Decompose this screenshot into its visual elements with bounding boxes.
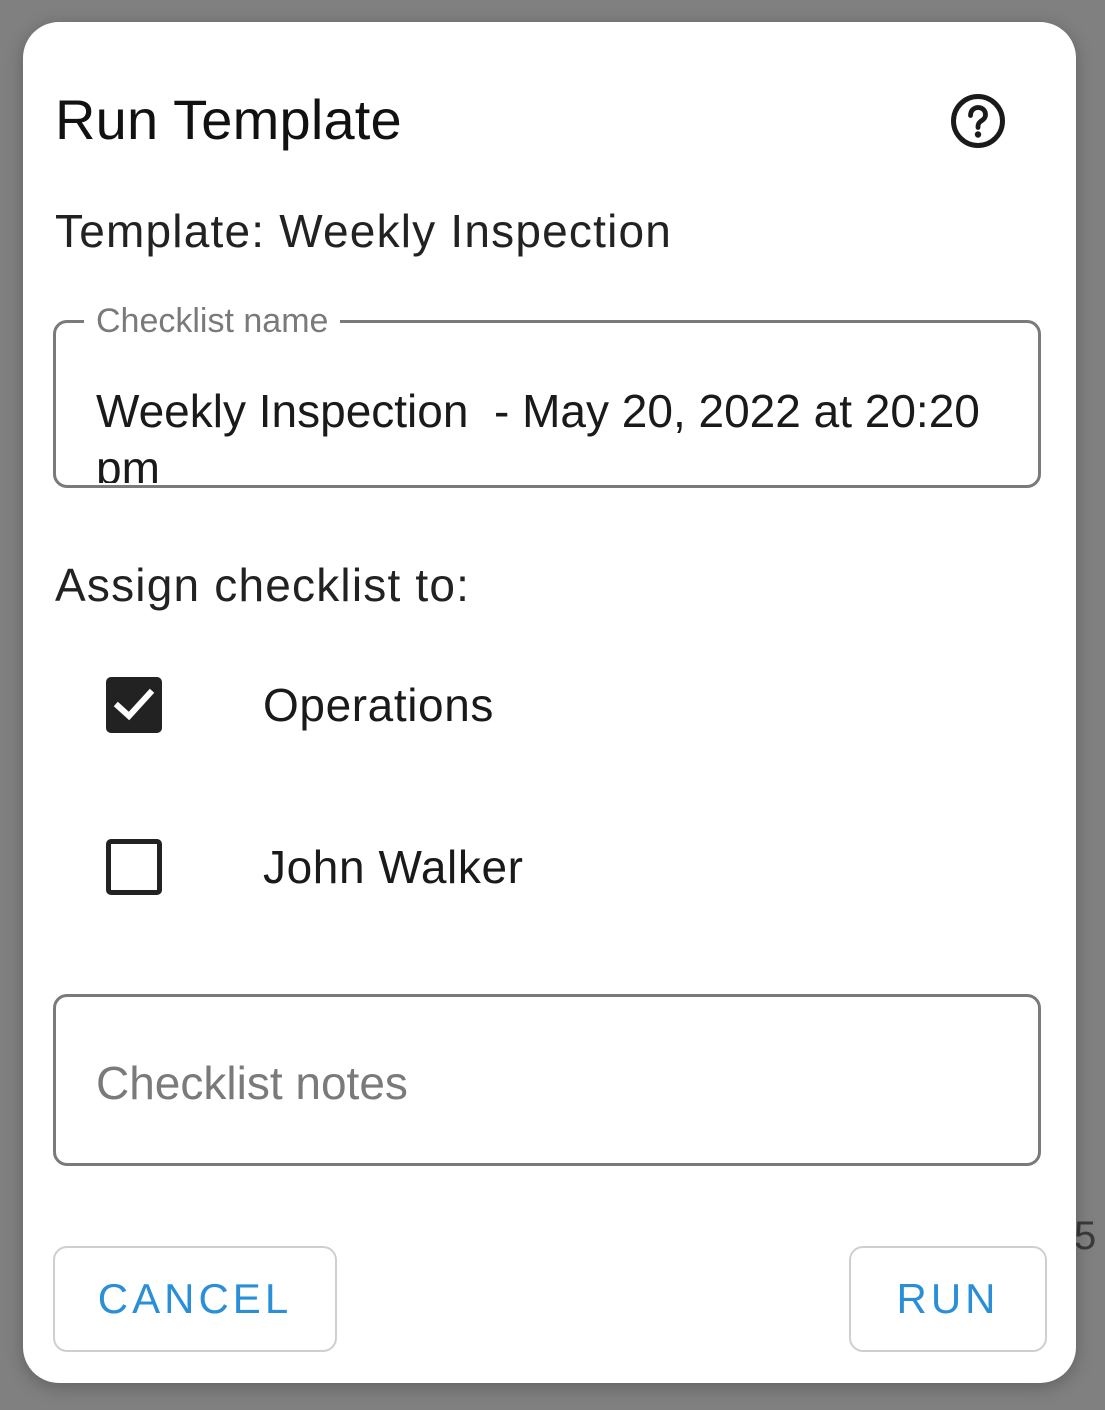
help-button[interactable]	[950, 93, 1006, 149]
cancel-button[interactable]: CANCEL	[53, 1246, 337, 1352]
assignee-label: John Walker	[263, 841, 524, 893]
checkbox-unchecked[interactable]	[106, 839, 162, 895]
dialog-title: Run Template	[55, 88, 402, 151]
run-button[interactable]: RUN	[849, 1246, 1047, 1352]
help-circle-icon	[951, 94, 1005, 148]
assignee-option-john-walker[interactable]: John Walker	[103, 836, 803, 906]
checklist-notes-field[interactable]	[53, 994, 1041, 1166]
run-template-dialog: Run Template Template: Weekly Inspection…	[23, 22, 1076, 1383]
template-name-text: Template: Weekly Inspection	[55, 205, 673, 257]
assignee-option-operations[interactable]: Operations	[103, 674, 803, 744]
background-partial-text: 5	[1074, 1214, 1097, 1258]
checklist-name-field[interactable]: Checklist name Weekly Inspection - May 2…	[53, 301, 1041, 488]
checkmark-icon	[113, 688, 155, 721]
checkbox-checked[interactable]	[106, 677, 162, 733]
checklist-name-input[interactable]: Weekly Inspection - May 20, 2022 at 20:2…	[96, 383, 996, 483]
checklist-name-label: Checklist name	[84, 301, 341, 341]
assign-checklist-label: Assign checklist to:	[55, 559, 471, 611]
assignee-label: Operations	[263, 679, 495, 731]
checklist-notes-input[interactable]	[96, 1053, 996, 1113]
